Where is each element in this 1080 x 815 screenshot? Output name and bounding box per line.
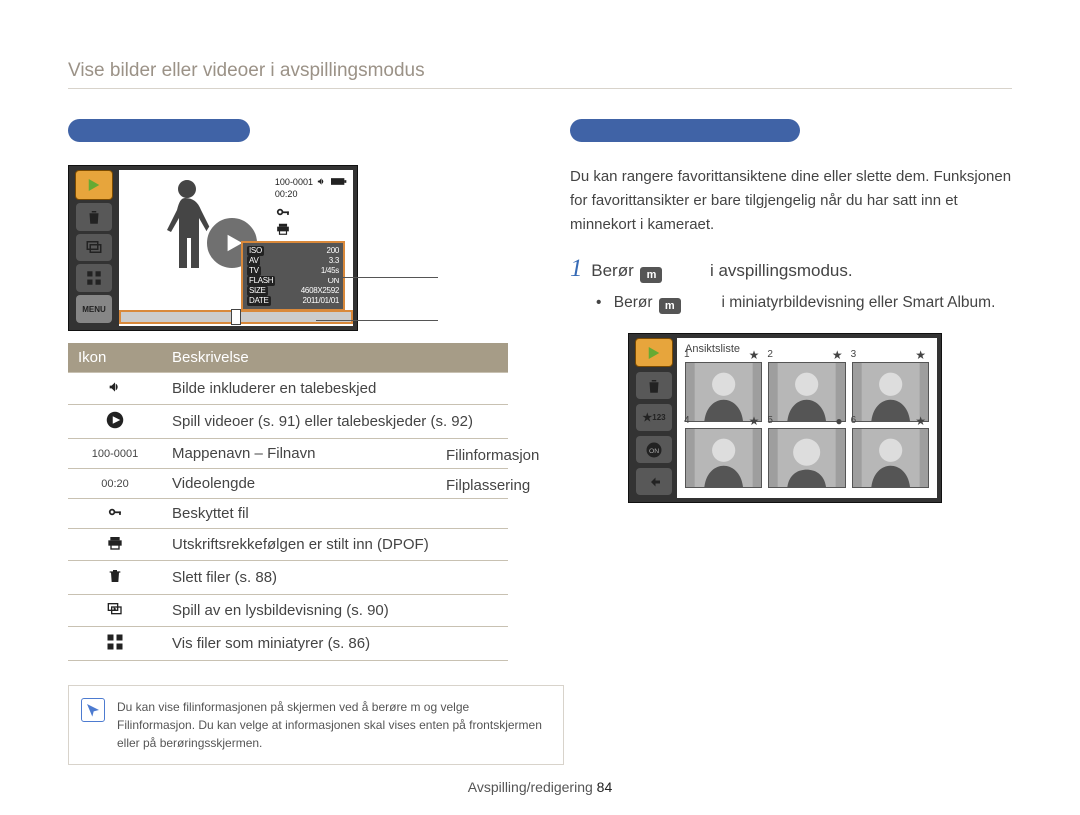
table-row: 100-0001 Mappenavn – Filnavn xyxy=(68,439,508,469)
voice-memo-icon xyxy=(315,176,328,189)
key-icon xyxy=(68,499,162,529)
page-footer: Avspilling/redigering 84 xyxy=(0,779,1080,795)
table-row: Slett ﬁler (s. 88) xyxy=(68,561,508,595)
face-list-lcd: ★123 ON Ansiktsliste 1★ xyxy=(628,333,942,503)
printer-icon xyxy=(68,529,162,561)
thumbnails-icon[interactable] xyxy=(76,264,112,292)
slideshow-icon[interactable] xyxy=(76,234,112,262)
rank-icon[interactable]: ★123 xyxy=(636,404,672,431)
file-id: 100-0001 xyxy=(275,177,313,187)
table-row: 00:20 Videolengde xyxy=(68,469,508,499)
info-icon xyxy=(81,698,105,722)
th-desc: Beskrivelse xyxy=(162,343,508,373)
duration-text: 00:20 xyxy=(68,469,162,499)
row-desc: Vis ﬁler som miniatyrer (s. 86) xyxy=(162,627,508,661)
back-icon[interactable] xyxy=(636,468,672,495)
th-icon: Ikon xyxy=(68,343,162,373)
pointer-fileloc: Filplassering xyxy=(446,477,530,494)
play-circle-icon xyxy=(68,405,162,439)
video-time: 00:20 xyxy=(275,189,347,199)
table-row: Bilde inkluderer en talebeskjed xyxy=(68,373,508,405)
thumbnails-icon xyxy=(68,627,162,661)
trash-icon[interactable] xyxy=(636,372,672,399)
battery-icon xyxy=(331,176,347,189)
menu-icon: m xyxy=(659,298,681,314)
face-thumb[interactable]: 6★ xyxy=(852,428,929,488)
step-number: 1 xyxy=(570,255,583,282)
home-icon[interactable] xyxy=(635,338,673,367)
left-heading-pill xyxy=(68,119,250,142)
icon-description-table: Ikon Beskrivelse Bilde inkluderer en tal… xyxy=(68,343,508,661)
table-row: Spill av en lysbildevisning (s. 90) xyxy=(68,595,508,627)
row-desc: Spill videoer (s. 91) eller talebeskjede… xyxy=(162,405,508,439)
table-row: Utskriftsrekkefølgen er stilt inn (DPOF) xyxy=(68,529,508,561)
filename-text: 100-0001 xyxy=(68,439,162,469)
voice-memo-icon xyxy=(68,373,162,405)
playback-lcd: MENU 100-0001 xyxy=(68,165,358,331)
row-desc: Beskyttet ﬁl xyxy=(162,499,508,529)
printer-icon xyxy=(275,222,347,238)
table-row: Spill videoer (s. 91) eller talebeskjede… xyxy=(68,405,508,439)
face-list-title: Ansiktsliste xyxy=(685,343,740,355)
page-title: Vise bilder eller videoer i avspillingsm… xyxy=(68,60,1012,82)
key-icon xyxy=(275,208,291,222)
face-on-icon[interactable]: ON xyxy=(636,436,672,463)
row-desc: Spill av en lysbildevisning (s. 90) xyxy=(162,595,508,627)
svg-text:ON: ON xyxy=(649,448,659,455)
sub-step: • Berør m i miniatyrbildevisning eller S… xyxy=(596,291,1012,315)
right-heading-pill xyxy=(570,119,800,142)
note-text: Du kan vise ﬁlinformasjonen på skjermen … xyxy=(117,700,542,750)
info-note: Du kan vise ﬁlinformasjonen på skjermen … xyxy=(68,685,564,765)
row-desc: Bilde inkluderer en talebeskjed xyxy=(162,373,508,405)
table-row: Vis ﬁler som miniatyrer (s. 86) xyxy=(68,627,508,661)
slideshow-icon xyxy=(68,595,162,627)
timeline-bar[interactable] xyxy=(119,310,353,324)
table-row: Beskyttet ﬁl xyxy=(68,499,508,529)
face-thumb[interactable]: 3★ xyxy=(852,362,929,422)
face-thumb[interactable]: 2★ xyxy=(768,362,845,422)
trash-icon[interactable] xyxy=(76,203,112,231)
row-desc: Utskriftsrekkefølgen er stilt inn (DPOF) xyxy=(162,529,508,561)
menu-icon: m xyxy=(640,267,662,283)
pointer-fileinfo: Filinformasjon xyxy=(446,447,539,464)
menu-button[interactable]: MENU xyxy=(76,295,112,323)
title-rule xyxy=(68,88,1012,89)
face-thumb[interactable]: 5● xyxy=(768,428,845,488)
trash-icon xyxy=(68,561,162,595)
file-info-box: ISO200 AV3.3 TV1/45s FLASHON SIZE4608X25… xyxy=(241,241,345,311)
right-intro: Du kan rangere favorittansiktene dine el… xyxy=(570,165,1012,237)
home-icon[interactable] xyxy=(75,170,113,200)
row-desc: Slett ﬁler (s. 88) xyxy=(162,561,508,595)
face-thumb[interactable]: 4★ xyxy=(685,428,762,488)
face-thumb[interactable]: 1★ xyxy=(685,362,762,422)
step-1: 1 Berør m i avspillingsmodus. xyxy=(570,255,1012,283)
